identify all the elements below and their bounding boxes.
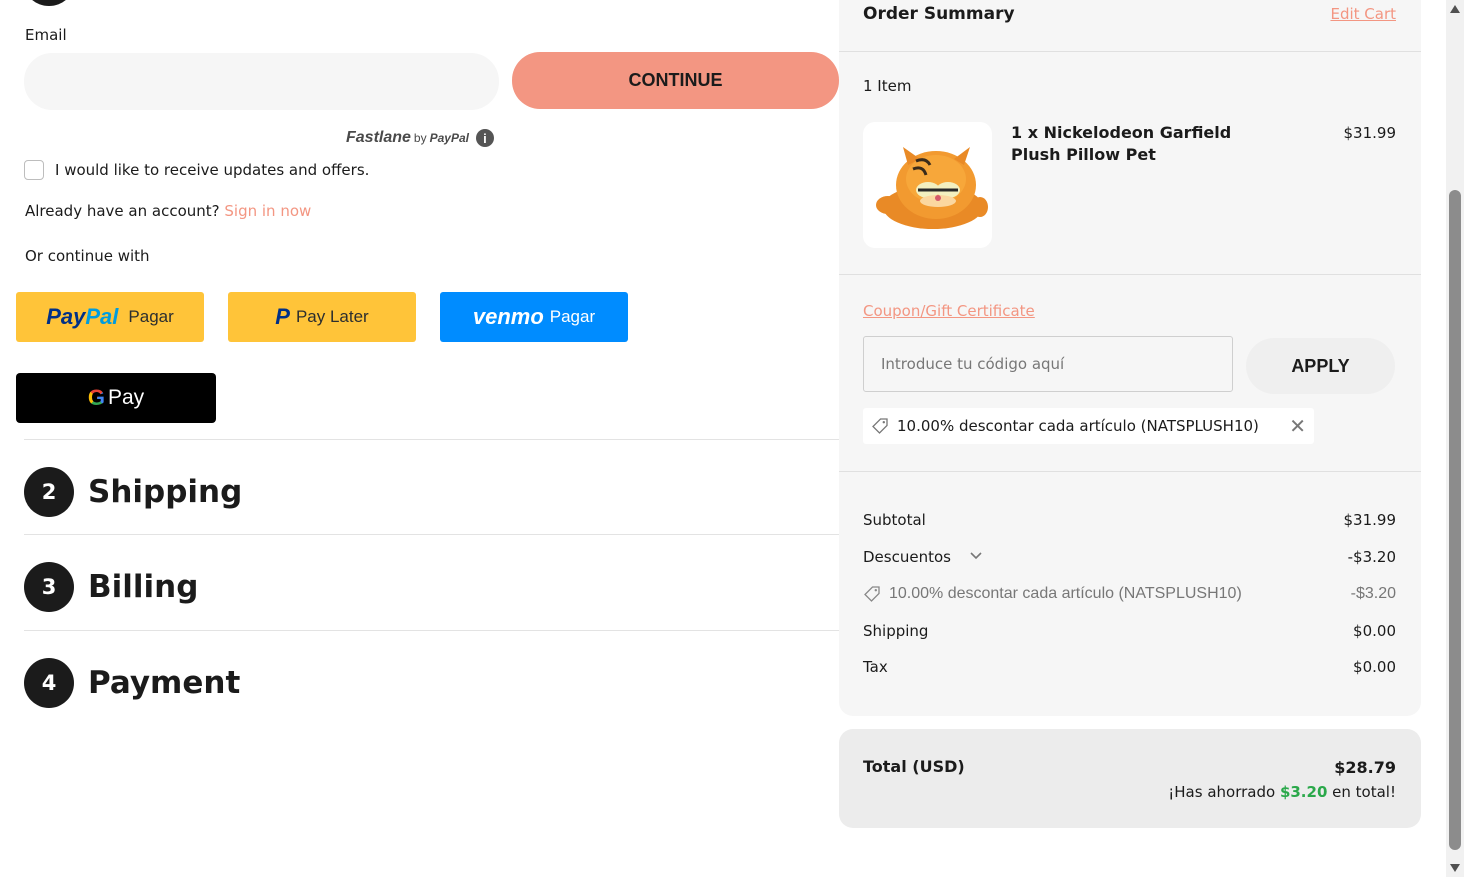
subtotal-row: Subtotal $31.99	[863, 511, 1396, 529]
order-total-box: Total (USD) $28.79 ¡Has ahorrado $3.20 e…	[839, 729, 1421, 828]
paypal-logo: PayPal	[46, 304, 119, 329]
continue-button[interactable]: CONTINUE	[512, 52, 839, 109]
or-continue-label: Or continue with	[25, 247, 150, 265]
step-payment: 4 Payment	[24, 658, 240, 708]
updates-checkbox[interactable]	[24, 160, 44, 180]
discounts-label: Descuentos	[863, 548, 951, 566]
google-pay-label: Pay	[107, 386, 145, 409]
savings-message: ¡Has ahorrado $3.20 en total!	[1168, 783, 1396, 801]
sign-in-link[interactable]: Sign in now	[224, 202, 311, 220]
discounts-value: -$3.20	[1347, 548, 1396, 566]
step-billing: 3 Billing	[24, 562, 198, 612]
step-number: 4	[24, 658, 74, 708]
scrollbar-thumb[interactable]	[1449, 190, 1461, 850]
order-summary-title: Order Summary	[863, 4, 1015, 24]
coupon-gift-certificate-link[interactable]: Coupon/Gift Certificate	[863, 302, 1035, 320]
paypal-p-icon: P	[275, 304, 290, 329]
step-number: 3	[24, 562, 74, 612]
google-pay-button[interactable]: G Pay	[16, 373, 216, 423]
venmo-logo: venmo	[472, 304, 544, 329]
section-divider	[24, 630, 839, 631]
account-prompt-row: Already have an account? Sign in now	[25, 202, 311, 220]
page-scrollbar[interactable]	[1446, 0, 1464, 877]
discount-detail-row: 10.00% descontar cada artículo (NATSPLUS…	[863, 585, 1396, 603]
tax-row: Tax $0.00	[863, 658, 1396, 676]
email-label: Email	[25, 26, 67, 44]
total-label: Total (USD)	[863, 757, 965, 776]
edit-cart-link[interactable]: Edit Cart	[1330, 5, 1396, 23]
summary-divider	[839, 471, 1421, 472]
step-title: Shipping	[88, 474, 243, 510]
fastlane-by: by	[413, 131, 427, 145]
discounts-row[interactable]: Descuentos -$3.20	[863, 548, 1396, 566]
summary-divider	[839, 51, 1421, 52]
applied-coupon-label: 10.00% descontar cada artículo (NATSPLUS…	[897, 417, 1259, 435]
tag-icon	[864, 586, 880, 602]
garfield-plush-image	[875, 147, 988, 229]
product-name: 1 x Nickelodeon Garfield Plush Pillow Pe…	[1011, 123, 1232, 164]
paypal-button-label: Pagar	[128, 307, 174, 326]
tax-value: $0.00	[1353, 658, 1396, 676]
product-price: $31.99	[1343, 124, 1397, 142]
remove-coupon-close-icon[interactable]: ✕	[1289, 416, 1306, 436]
total-value: $28.79	[1334, 758, 1396, 777]
step-number: 2	[24, 467, 74, 517]
summary-divider	[839, 274, 1421, 275]
info-icon[interactable]: i	[475, 129, 494, 147]
scroll-down-arrow-icon[interactable]	[1450, 864, 1460, 872]
subtotal-label: Subtotal	[863, 511, 926, 529]
account-prompt: Already have an account?	[25, 202, 220, 220]
fastlane-paypal: PayPal	[429, 131, 469, 145]
savings-prefix: ¡Has ahorrado	[1168, 783, 1276, 801]
updates-label: I would like to receive updates and offe…	[55, 161, 370, 179]
item-count: 1 Item	[863, 77, 912, 95]
email-field[interactable]	[24, 53, 499, 110]
coupon-code-input[interactable]	[863, 336, 1233, 392]
tag-icon	[872, 418, 888, 434]
discount-detail-label: 10.00% descontar cada artículo (NATSPLUS…	[889, 585, 1242, 602]
chevron-down-icon[interactable]	[969, 549, 983, 565]
step-title: Payment	[88, 665, 241, 701]
applied-coupon-tag: 10.00% descontar cada artículo (NATSPLUS…	[863, 408, 1314, 444]
tax-label: Tax	[863, 658, 888, 676]
order-summary-panel: Order Summary Edit Cart 1 Item 1 x Nicke…	[839, 0, 1421, 716]
shipping-row: Shipping $0.00	[863, 622, 1396, 640]
paypal-button[interactable]: PayPal Pagar	[16, 292, 204, 342]
pay-later-label: Pay Later	[295, 307, 369, 326]
updates-opt-in[interactable]: I would like to receive updates and offe…	[24, 160, 369, 180]
venmo-button-label: Pagar	[549, 307, 596, 326]
google-g-icon: G	[87, 385, 105, 410]
apply-coupon-button[interactable]: APPLY	[1246, 338, 1395, 394]
step-title: Billing	[88, 569, 199, 605]
step-shipping: 2 Shipping	[24, 467, 242, 517]
step-1-badge	[24, 0, 74, 6]
savings-amount: $3.20	[1279, 783, 1328, 801]
venmo-button[interactable]: venmo Pagar	[440, 292, 628, 342]
section-divider	[24, 534, 839, 535]
fastlane-by-paypal: Fastlane by PayPal i	[346, 129, 494, 147]
savings-suffix: en total!	[1332, 783, 1396, 801]
shipping-label: Shipping	[863, 622, 929, 640]
scroll-up-arrow-icon[interactable]	[1450, 5, 1460, 13]
paypal-pay-later-button[interactable]: P Pay Later	[228, 292, 416, 342]
fastlane-brand: Fastlane	[346, 129, 411, 146]
product-image	[863, 122, 992, 248]
discount-detail-value: -$3.20	[1350, 585, 1396, 602]
section-divider	[24, 439, 839, 440]
subtotal-value: $31.99	[1343, 511, 1397, 529]
shipping-value: $0.00	[1353, 622, 1396, 640]
